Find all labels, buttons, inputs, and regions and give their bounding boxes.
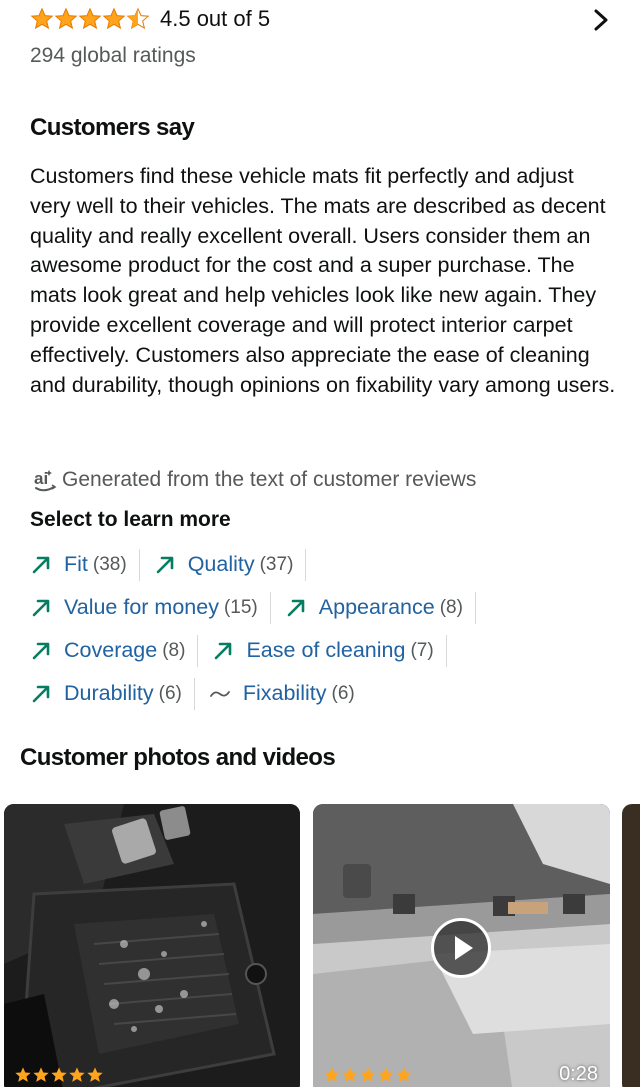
chip-label: Ease of cleaning — [246, 638, 406, 662]
chip-durability[interactable]: Durability (6) — [30, 677, 195, 710]
photo-floor-mat — [4, 804, 300, 1087]
chip-label: Coverage — [64, 638, 158, 662]
ai-note-text: Generated from the text of customer revi… — [62, 468, 477, 491]
star-full-icon — [54, 7, 78, 30]
chip-count: (37) — [259, 553, 294, 575]
star-full-icon — [30, 7, 54, 30]
chip-count: (38) — [92, 553, 127, 575]
svg-text:ai: ai — [34, 469, 48, 488]
play-button[interactable] — [431, 918, 491, 978]
chip-count: (15) — [223, 596, 258, 618]
chip-count: (8) — [439, 596, 463, 618]
chip-count: (6) — [158, 682, 182, 704]
star-full-icon — [15, 1067, 31, 1082]
trend-up-icon — [32, 642, 50, 659]
star-rating — [30, 7, 150, 31]
chip-value-for-money[interactable]: Value for money (15) — [30, 591, 271, 624]
chip-row: Coverage (8) Ease of cleaning (7) — [30, 629, 630, 672]
chip-label: Fit — [64, 552, 88, 576]
chip-label: Value for money — [64, 595, 219, 619]
customer-photos-heading: Customer photos and videos — [20, 744, 336, 771]
chip-row: Durability (6) Fixability (6) — [30, 672, 630, 715]
customer-video-thumbnail[interactable]: 0:28 — [313, 804, 610, 1087]
trend-up-icon — [32, 685, 50, 702]
chip-ease-of-cleaning[interactable]: Ease of cleaning (7) — [212, 634, 447, 667]
thumbnail-star-rating — [323, 1066, 413, 1084]
chip-count: (8) — [162, 639, 186, 661]
star-full-icon — [78, 7, 102, 30]
chip-row: Value for money (15) Appearance (8) — [30, 586, 630, 629]
chip-label: Fixability — [242, 681, 327, 705]
chip-coverage[interactable]: Coverage (8) — [30, 634, 199, 667]
chip-label: Appearance — [318, 595, 435, 619]
star-full-icon — [342, 1067, 358, 1082]
ai-generated-note: ai Generated from the text of customer r… — [30, 466, 476, 494]
trend-up-icon — [32, 599, 50, 616]
tilde-icon — [209, 690, 230, 697]
trend-up-icon — [287, 599, 305, 616]
star-full-icon — [69, 1067, 85, 1082]
chip-count: (6) — [331, 682, 355, 704]
trend-up-icon — [156, 556, 173, 573]
trend-up-icon — [215, 642, 232, 659]
customers-say-summary: Customers find these vehicle mats fit pe… — [30, 164, 616, 397]
aspect-chips: Fit (38) Quality (37) Value for money (1… — [30, 543, 630, 715]
ai-icon: ai — [34, 469, 57, 492]
star-full-icon — [360, 1067, 376, 1082]
chevron-right-icon[interactable] — [590, 8, 612, 32]
customers-say-heading: Customers say — [30, 114, 195, 141]
rating-text: 4.5 out of 5 — [160, 6, 271, 31]
video-duration: 0:28 — [559, 1063, 598, 1085]
chip-appearance[interactable]: Appearance (8) — [285, 591, 476, 624]
star-full-icon — [396, 1067, 412, 1082]
chip-row: Fit (38) Quality (37) — [30, 543, 630, 586]
star-full-icon — [87, 1067, 103, 1082]
star-full-icon — [33, 1067, 49, 1082]
star-full-icon — [51, 1067, 67, 1082]
rating-summary[interactable]: 4.5 out of 5 — [30, 4, 620, 34]
customer-photo-thumbnail[interactable] — [4, 804, 300, 1087]
chip-label: Durability — [64, 681, 154, 705]
chip-count: (7) — [410, 639, 434, 661]
chip-quality[interactable]: Quality (37) — [154, 548, 307, 581]
star-full-icon — [102, 7, 126, 30]
star-full-icon — [324, 1067, 340, 1082]
chip-fixability[interactable]: Fixability (6) — [209, 678, 367, 710]
chip-fit[interactable]: Fit (38) — [30, 548, 140, 581]
star-full-icon — [378, 1067, 394, 1082]
chip-label: Quality — [187, 552, 255, 576]
customer-photo-thumbnail-partial[interactable] — [622, 804, 640, 1087]
play-icon — [455, 936, 473, 960]
global-ratings-count: 294 global ratings — [30, 44, 196, 67]
thumbnail-star-rating — [14, 1066, 104, 1084]
trend-up-icon — [32, 556, 50, 573]
select-to-learn-heading: Select to learn more — [30, 508, 231, 531]
star-half-icon — [126, 7, 150, 30]
